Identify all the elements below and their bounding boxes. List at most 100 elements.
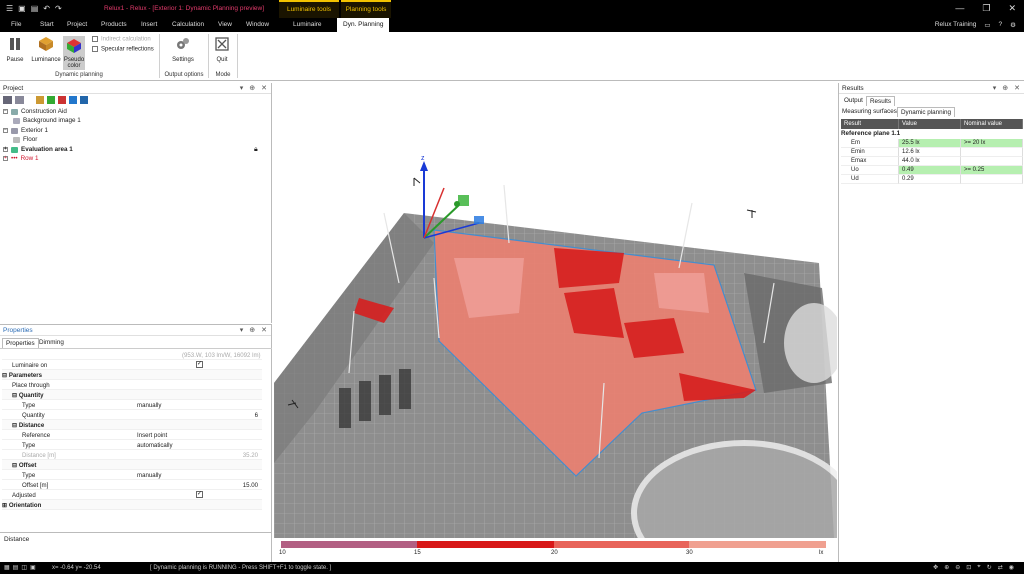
- view-icon[interactable]: [15, 96, 24, 104]
- close-icon[interactable]: ✕: [1008, 3, 1016, 14]
- menu-calculation[interactable]: Calculation: [172, 21, 204, 28]
- grid-icon[interactable]: ▦: [4, 564, 10, 571]
- prop-offset-type[interactable]: Type manually: [2, 470, 262, 480]
- tree-item-row-1[interactable]: + ••• Row 1: [3, 155, 38, 162]
- menu-window[interactable]: Window: [246, 21, 269, 28]
- project-panel: Project ▾ ⊕ ✕ − Construction Aid Background…: [0, 83, 272, 323]
- table-row: Uo 0.49 >= 0.25: [841, 166, 1023, 175]
- legend-unit: lx: [819, 550, 824, 556]
- pseudo-color-button[interactable]: Pseudo color: [63, 36, 85, 70]
- close-icon[interactable]: ✕: [1014, 84, 1020, 92]
- menu-insert[interactable]: Insert: [141, 21, 157, 28]
- 3d-viewport[interactable]: z: [274, 83, 837, 538]
- tree-item-background-image[interactable]: Background image 1: [13, 117, 81, 124]
- prop-reference[interactable]: Reference Insert point: [2, 430, 262, 440]
- account-name[interactable]: Relux Training: [935, 21, 977, 29]
- section-parameters[interactable]: ⊟ Parameters: [2, 370, 262, 380]
- layout-icon[interactable]: ▭: [984, 21, 990, 29]
- settings-icon[interactable]: ⚙: [1010, 21, 1016, 29]
- luminance-button[interactable]: Luminance: [30, 36, 62, 63]
- image-icon: [13, 117, 20, 124]
- prop-adjusted[interactable]: Adjusted ✓: [2, 490, 262, 500]
- prop-luminaire-on[interactable]: Luminaire on ✓: [2, 360, 262, 370]
- print-icon[interactable]: ▤: [31, 4, 39, 13]
- quit-button[interactable]: Quit: [213, 36, 231, 63]
- prop-distance-type[interactable]: Type automatically: [2, 440, 262, 450]
- reference-plane-group[interactable]: Reference plane 1.1: [841, 130, 900, 137]
- tab-dimming[interactable]: Dimming: [36, 338, 67, 347]
- section-offset[interactable]: ⊟ Offset: [2, 460, 262, 470]
- subtab-measuring-surfaces[interactable]: Measuring surfaces: [839, 107, 900, 116]
- window-icon[interactable]: ▣: [30, 564, 36, 571]
- prop-quantity[interactable]: Quantity 6: [2, 410, 262, 420]
- tab-properties[interactable]: Properties: [2, 338, 39, 348]
- adjusted-checkbox[interactable]: ✓: [196, 491, 203, 498]
- menu-dyn-planning[interactable]: Dyn. Planning: [337, 18, 390, 32]
- scene-render[interactable]: z: [274, 83, 837, 538]
- menu-start[interactable]: Start: [40, 21, 54, 28]
- minimize-icon[interactable]: —: [955, 3, 964, 14]
- restore-icon[interactable]: ❐: [982, 3, 990, 14]
- layers-icon[interactable]: [3, 96, 12, 104]
- section-distance[interactable]: ⊟ Distance: [2, 420, 262, 430]
- menu-project[interactable]: Project: [67, 21, 87, 28]
- zoom-extents-icon[interactable]: ⌖: [977, 564, 980, 571]
- undo-icon[interactable]: ↶: [43, 4, 50, 13]
- view-tools: ✥ ⊕ ⊖ ⊡ ⌖ ↻ ⇄ ◉: [933, 564, 1014, 571]
- group-dynamic-planning: Dynamic planning: [55, 72, 103, 78]
- redo-icon[interactable]: ↷: [55, 4, 62, 13]
- luminaire-icon[interactable]: [36, 96, 44, 104]
- menu-luminaire[interactable]: Luminaire: [293, 21, 322, 28]
- close-icon[interactable]: ✕: [261, 84, 267, 92]
- zoom-window-icon[interactable]: ⊡: [966, 564, 971, 571]
- section-orientation[interactable]: ⊞ Orientation: [2, 500, 262, 510]
- camera-icon[interactable]: ◉: [1009, 564, 1014, 571]
- menu-file[interactable]: File: [11, 21, 21, 28]
- pin-icon[interactable]: ⊕: [249, 84, 255, 92]
- pin-icon[interactable]: ⊕: [249, 326, 255, 334]
- object-icon[interactable]: [58, 96, 66, 104]
- title-bar: ☰ ▣ ▤ ↶ ↷ Relux1 - Relux - [Exterior 1: …: [0, 0, 1024, 18]
- properties-panel-title: Properties: [3, 327, 33, 334]
- dropdown-icon[interactable]: ▾: [240, 84, 244, 92]
- tree-item-construction-aid[interactable]: − Construction Aid: [3, 108, 67, 115]
- rotate-icon[interactable]: ↻: [987, 564, 992, 571]
- zoom-out-icon[interactable]: ⊖: [955, 564, 960, 571]
- subtab-dynamic-planning[interactable]: Dynamic planning: [897, 107, 956, 117]
- save-icon[interactable]: ▣: [18, 4, 26, 13]
- context-tab-luminaire-tools[interactable]: Luminaire tools: [279, 0, 339, 18]
- luminaire-on-checkbox[interactable]: ✓: [196, 361, 203, 368]
- specular-reflections-checkbox[interactable]: Specular reflections: [92, 46, 154, 53]
- dropdown-icon[interactable]: ▾: [240, 326, 244, 334]
- ortho-icon[interactable]: ▤: [13, 564, 19, 571]
- cube-icon[interactable]: [69, 96, 77, 104]
- pin-icon[interactable]: ⊕: [1002, 84, 1008, 92]
- table-row: Emax 44.0 lx: [841, 157, 1023, 166]
- prop-offset-m[interactable]: Offset [m] 15.00: [2, 480, 262, 490]
- settings-button[interactable]: Settings: [168, 36, 198, 63]
- tree-item-floor[interactable]: Floor: [13, 136, 37, 143]
- app-menu-icon[interactable]: ☰: [6, 4, 13, 13]
- menu-view[interactable]: View: [218, 21, 232, 28]
- tree-item-exterior-1[interactable]: − Exterior 1: [3, 127, 48, 134]
- close-icon[interactable]: ✕: [261, 326, 267, 334]
- tab-output[interactable]: Output: [841, 96, 866, 105]
- indirect-calculation-checkbox[interactable]: Indirect calculation: [92, 36, 151, 43]
- menu-products[interactable]: Products: [101, 21, 127, 28]
- section-quantity[interactable]: ⊟ Quantity: [2, 390, 262, 400]
- dropdown-icon[interactable]: ▾: [993, 84, 997, 92]
- help-icon[interactable]: ?: [999, 21, 1003, 29]
- tree-item-evaluation-area[interactable]: + Evaluation area 1: [3, 146, 73, 153]
- tab-results[interactable]: Results: [866, 96, 895, 106]
- lock-icon[interactable]: 🔒︎: [254, 146, 258, 154]
- walk-icon[interactable]: ⇄: [998, 564, 1003, 571]
- prop-type[interactable]: Type manually: [2, 400, 262, 410]
- zoom-in-icon[interactable]: ⊕: [944, 564, 949, 571]
- status-bar: ▦ ▤ ◫ ▣ x= -0.64 y= -20.54 [ Dynamic pla…: [0, 562, 1024, 574]
- snap-icon[interactable]: ◫: [21, 564, 27, 571]
- pan-icon[interactable]: ✥: [933, 564, 938, 571]
- person-icon[interactable]: [80, 96, 88, 104]
- tree-icon[interactable]: [47, 96, 55, 104]
- context-tab-planning-tools[interactable]: Planning tools: [341, 0, 391, 18]
- pause-button[interactable]: Pause: [6, 36, 24, 63]
